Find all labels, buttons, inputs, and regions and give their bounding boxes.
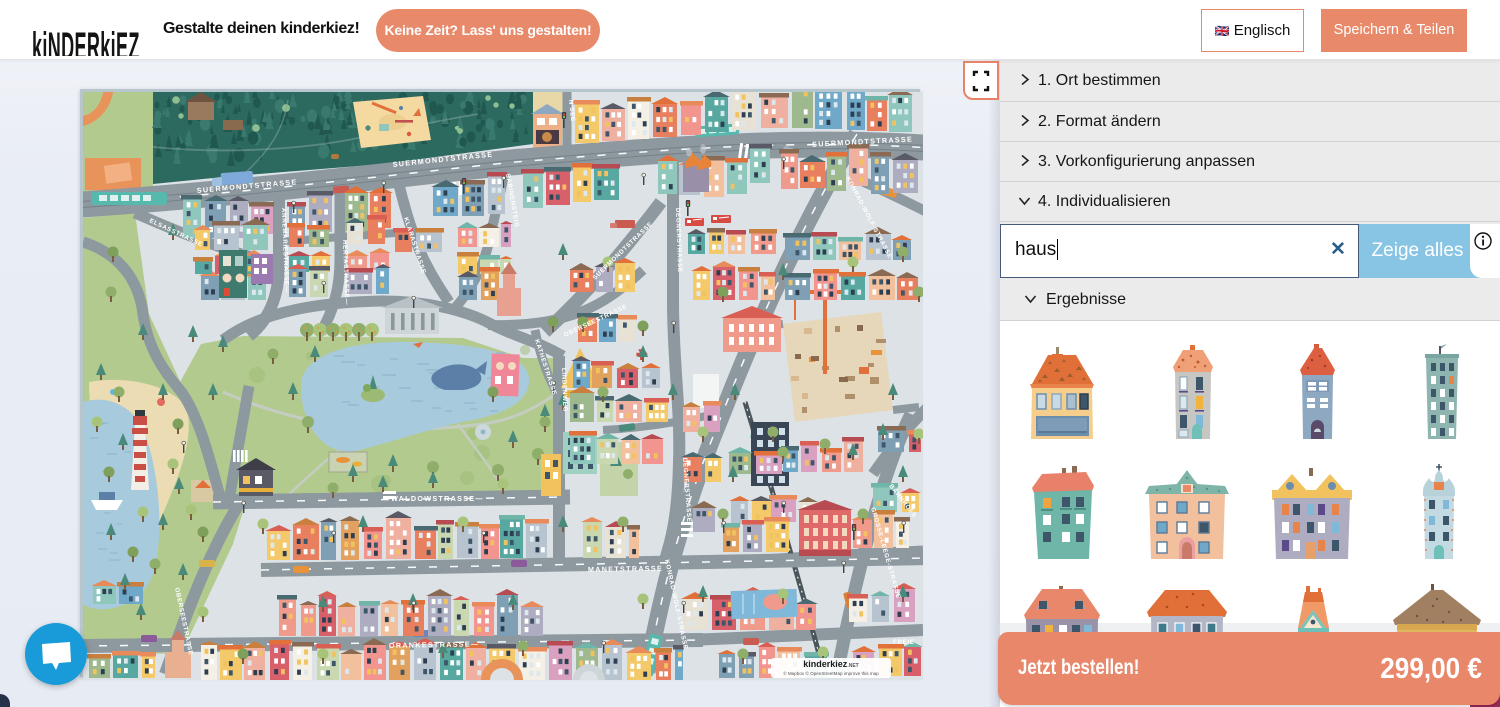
svg-text:ORANKESTRASSE—: ORANKESTRASSE—	[389, 639, 480, 650]
svg-text:© Mapbox © OpenStreetMap impro: © Mapbox © OpenStreetMap improve this ma…	[783, 670, 879, 676]
svg-text:WALDOWSTRASSE—: WALDOWSTRASSE—	[391, 494, 484, 503]
svg-text:kiNDERkiEZ: kiNDERkiEZ	[32, 24, 140, 56]
svg-text:MANETSTRASSE: MANETSTRASSE	[588, 564, 663, 574]
svg-text:FREIE: FREIE	[893, 639, 915, 646]
